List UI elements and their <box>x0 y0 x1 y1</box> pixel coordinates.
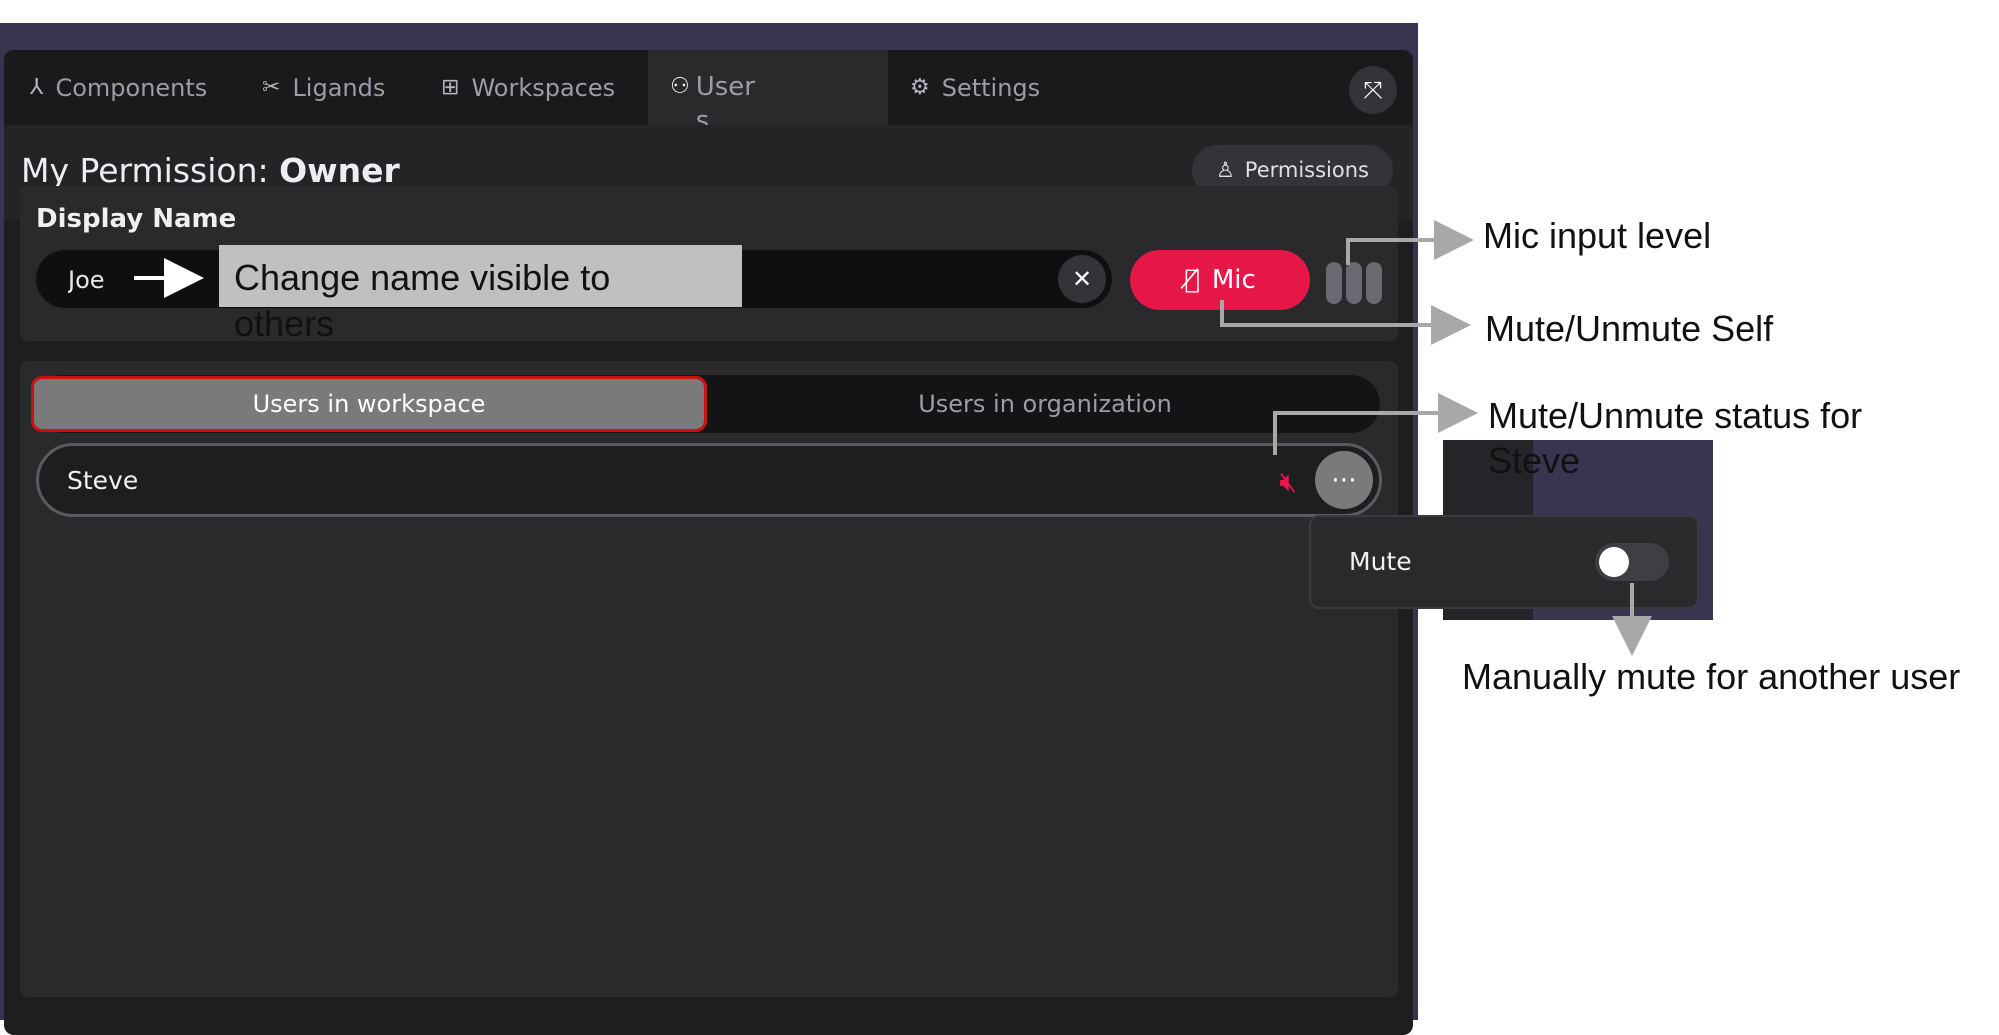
arrow-mute-self <box>1220 300 1471 345</box>
arrow-mute-status <box>1273 393 1478 455</box>
annotation-arrows <box>134 220 1652 656</box>
arrow-mic-level <box>1346 220 1474 265</box>
